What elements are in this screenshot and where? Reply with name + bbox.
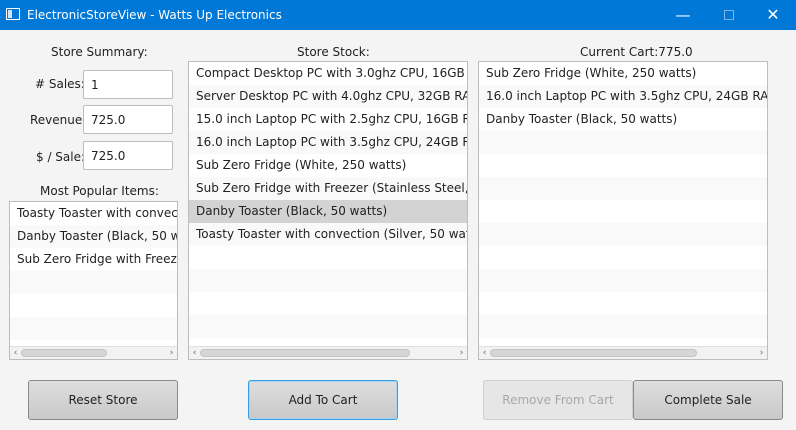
store-summary-heading: Store Summary:: [51, 45, 148, 59]
empty-row: [189, 292, 467, 315]
scroll-thumb[interactable]: [490, 349, 697, 357]
empty-row: [10, 294, 177, 317]
list-item[interactable]: Compact Desktop PC with 3.0ghz CPU, 16GB…: [189, 62, 467, 85]
empty-row: [479, 246, 767, 269]
add-to-cart-button[interactable]: Add To Cart: [248, 380, 398, 420]
scroll-left-icon[interactable]: ‹: [10, 347, 21, 359]
revenue-field[interactable]: 725.0: [83, 105, 173, 134]
maximize-button[interactable]: [706, 0, 752, 30]
empty-row: [479, 223, 767, 246]
sales-label: # Sales:: [35, 77, 85, 91]
close-icon: ✕: [766, 5, 780, 24]
horizontal-scrollbar[interactable]: ‹ ›: [189, 346, 467, 359]
scroll-right-icon[interactable]: ›: [166, 347, 177, 359]
title-bar: ElectronicStoreView - Watts Up Electroni…: [0, 0, 796, 30]
empty-row: [479, 177, 767, 200]
horizontal-scrollbar[interactable]: ‹ ›: [479, 346, 767, 359]
list-item[interactable]: Sub Zero Fridge with Freezer (Stainless …: [10, 248, 177, 271]
window-title: ElectronicStoreView - Watts Up Electroni…: [27, 8, 282, 22]
empty-row: [479, 200, 767, 223]
per-sale-label: $ / Sale:: [36, 150, 86, 164]
list-item-selected[interactable]: Danby Toaster (Black, 50 watts): [189, 200, 467, 223]
complete-sale-button[interactable]: Complete Sale: [633, 380, 783, 420]
store-stock-list[interactable]: Compact Desktop PC with 3.0ghz CPU, 16GB…: [188, 61, 468, 360]
list-item[interactable]: 16.0 inch Laptop PC with 3.5ghz CPU, 24G…: [479, 85, 767, 108]
minimize-icon: —: [675, 5, 691, 24]
empty-row: [10, 317, 177, 340]
scroll-right-icon[interactable]: ›: [456, 347, 467, 359]
maximize-icon: [724, 10, 734, 20]
scroll-right-icon[interactable]: ›: [756, 347, 767, 359]
most-popular-list[interactable]: Toasty Toaster with convection (Silver, …: [9, 201, 178, 360]
remove-from-cart-button[interactable]: Remove From Cart: [483, 380, 633, 420]
empty-row: [479, 315, 767, 338]
store-stock-heading: Store Stock:: [297, 45, 370, 59]
list-item[interactable]: Sub Zero Fridge (White, 250 watts): [479, 62, 767, 85]
list-item[interactable]: Sub Zero Fridge (White, 250 watts): [189, 154, 467, 177]
most-popular-heading: Most Popular Items:: [40, 184, 159, 198]
horizontal-scrollbar[interactable]: ‹ ›: [10, 346, 177, 359]
list-item[interactable]: Toasty Toaster with convection (Silver, …: [10, 202, 177, 225]
empty-row: [479, 269, 767, 292]
close-button[interactable]: ✕: [750, 0, 796, 30]
revenue-label: Revenue:: [30, 113, 87, 127]
empty-row: [189, 269, 467, 292]
list-item[interactable]: Danby Toaster (Black, 50 watts): [10, 225, 177, 248]
list-item[interactable]: Sub Zero Fridge with Freezer (Stainless …: [189, 177, 467, 200]
scroll-thumb[interactable]: [21, 349, 107, 357]
scroll-thumb[interactable]: [200, 349, 410, 357]
list-item[interactable]: Toasty Toaster with convection (Silver, …: [189, 223, 467, 246]
list-item[interactable]: Danby Toaster (Black, 50 watts): [479, 108, 767, 131]
scroll-left-icon[interactable]: ‹: [479, 347, 490, 359]
reset-store-button[interactable]: Reset Store: [28, 380, 178, 420]
sales-field[interactable]: 1: [83, 70, 173, 99]
scroll-left-icon[interactable]: ‹: [189, 347, 200, 359]
current-cart-heading: Current Cart:775.0: [580, 45, 693, 59]
empty-row: [189, 246, 467, 269]
empty-row: [479, 292, 767, 315]
list-item[interactable]: 15.0 inch Laptop PC with 2.5ghz CPU, 16G…: [189, 108, 467, 131]
list-item[interactable]: Server Desktop PC with 4.0ghz CPU, 32GB …: [189, 85, 467, 108]
per-sale-field[interactable]: 725.0: [83, 141, 173, 170]
empty-row: [479, 131, 767, 154]
current-cart-list[interactable]: Sub Zero Fridge (White, 250 watts) 16.0 …: [478, 61, 768, 360]
list-item[interactable]: 16.0 inch Laptop PC with 3.5ghz CPU, 24G…: [189, 131, 467, 154]
app-icon: [6, 8, 20, 20]
minimize-button[interactable]: —: [660, 0, 706, 30]
empty-row: [189, 315, 467, 338]
empty-row: [479, 154, 767, 177]
empty-row: [10, 271, 177, 294]
